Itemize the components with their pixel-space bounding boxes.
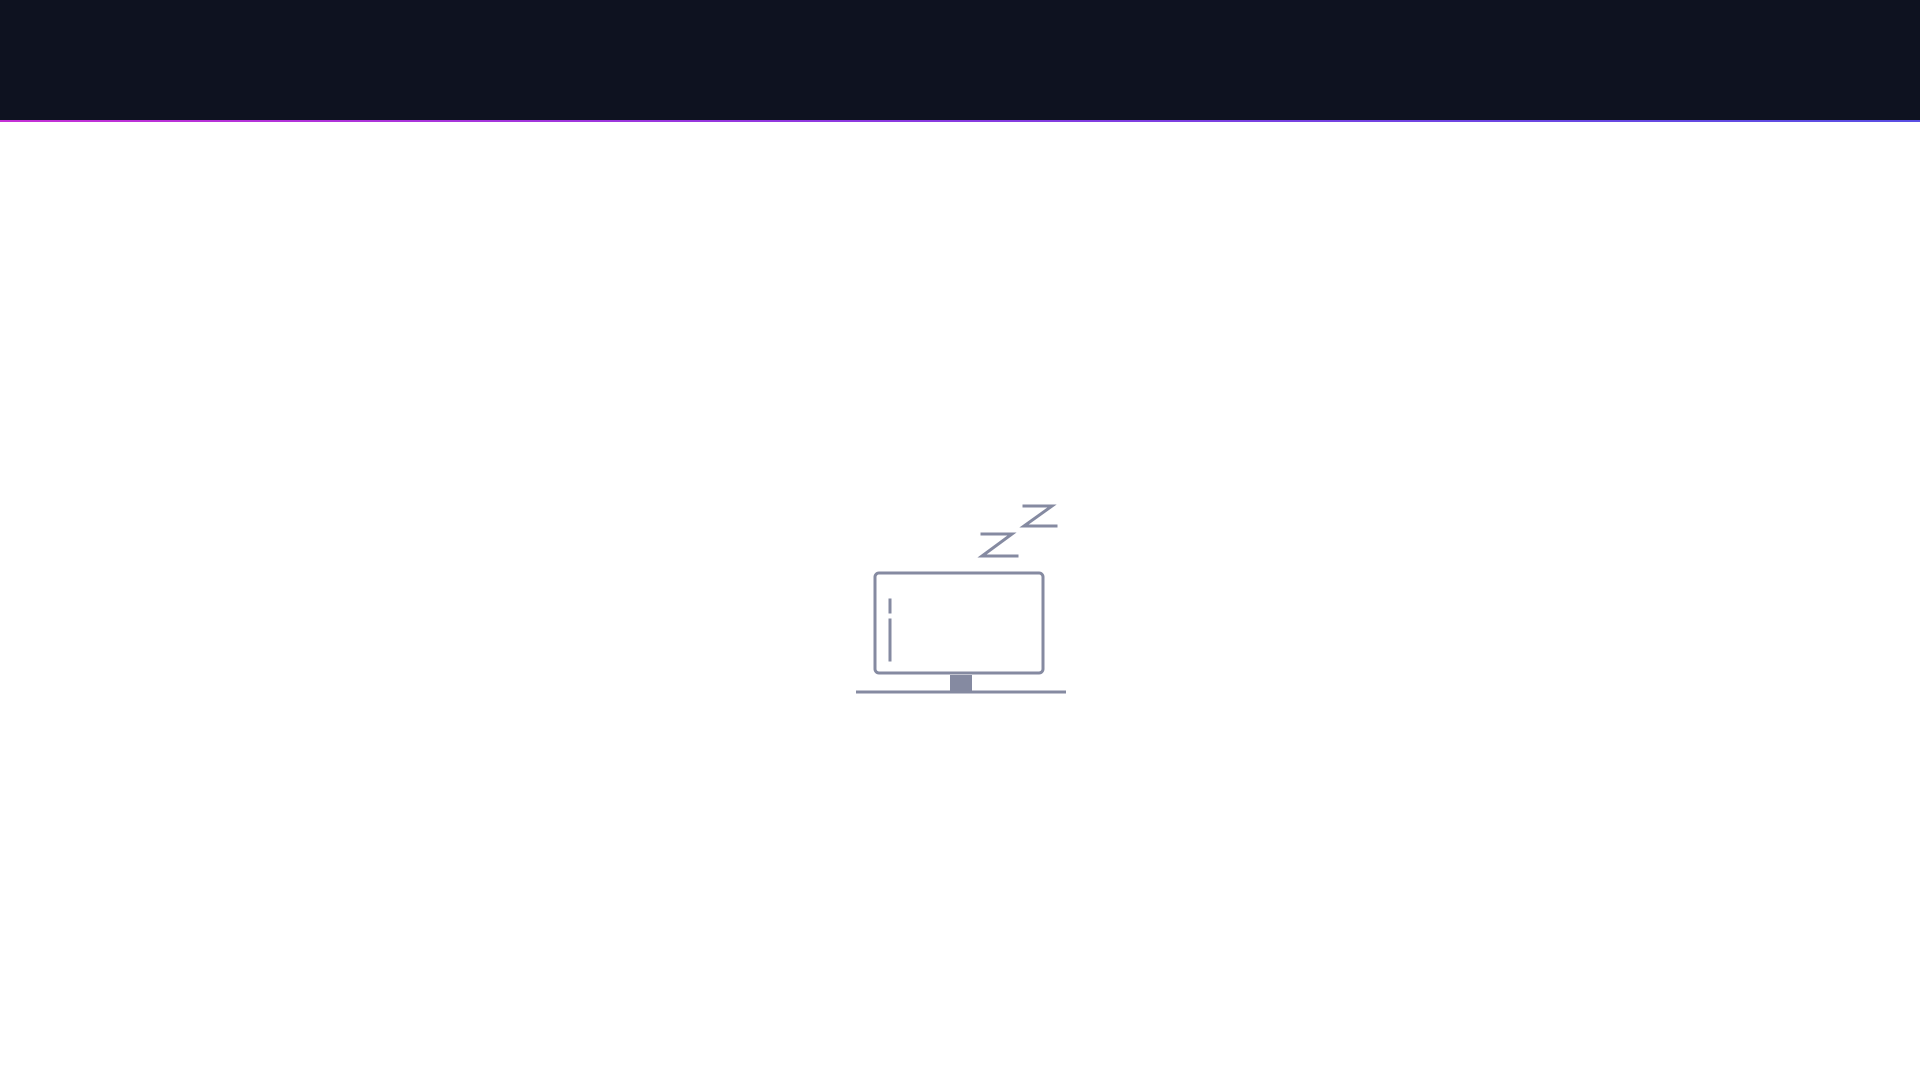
sleeping-monitor-illustration: [850, 500, 1070, 700]
top-bar: [0, 0, 1920, 120]
monitor-frame: [873, 571, 1045, 675]
main-content: [0, 122, 1920, 1080]
zz-icon: [977, 504, 1058, 558]
monitor-stand: [950, 675, 972, 691]
sleeping-monitor-icon: [856, 504, 1066, 694]
